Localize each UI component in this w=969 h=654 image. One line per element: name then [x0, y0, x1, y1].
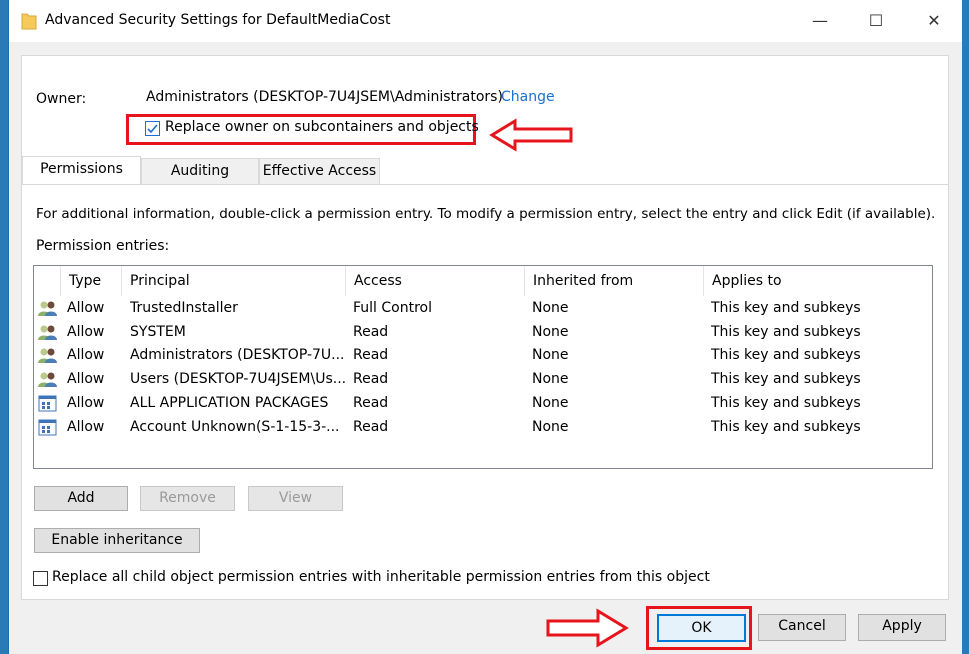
replace-child-permissions-label: Replace all child object permission entr…: [52, 569, 710, 585]
cell-access: Read: [353, 418, 389, 435]
column-header-icon: [34, 266, 61, 296]
cell-inherited: None: [532, 300, 569, 316]
permission-entries-list[interactable]: Type Principal Access Inherited from App…: [33, 265, 933, 469]
cell-principal: Users (DESKTOP-7U4JSEM\Us...: [130, 371, 347, 388]
permission-entry-row[interactable]: Allow Users (DESKTOP-7U4JSEM\Us... Read Non…: [34, 368, 932, 391]
annotation-arrow-left: [489, 118, 573, 152]
cell-inherited: None: [532, 371, 569, 388]
info-text: For additional information, double-click…: [36, 206, 936, 222]
cell-inherited: None: [532, 418, 569, 435]
app-package-icon: [38, 419, 58, 444]
close-button[interactable]: ✕: [919, 8, 949, 34]
enable-inheritance-button[interactable]: Enable inheritance: [34, 528, 200, 553]
column-header-applies-to[interactable]: Applies to: [704, 266, 932, 296]
cell-applies: This key and subkeys: [711, 418, 861, 435]
cell-principal: TrustedInstaller: [130, 300, 238, 316]
permission-entry-row[interactable]: Allow Account Unknown(S-1-15-3-... Read Non…: [34, 416, 932, 439]
annotation-arrow-right: [546, 608, 629, 648]
permission-entries-label: Permission entries:: [36, 238, 170, 254]
tab-permissions[interactable]: Permissions: [22, 156, 141, 185]
owner-label: Owner:: [36, 91, 87, 107]
cell-access: Read: [353, 347, 389, 364]
minimize-button[interactable]: —: [805, 8, 835, 34]
cell-applies: This key and subkeys: [711, 300, 861, 316]
replace-owner-label: Replace owner on subcontainers and objec…: [165, 119, 479, 135]
permission-entry-row[interactable]: Allow TrustedInstaller Full Control None Thi…: [34, 297, 932, 320]
column-header-principal[interactable]: Principal: [122, 266, 346, 296]
cell-principal: Administrators (DESKTOP-7U...: [130, 347, 345, 364]
apply-button[interactable]: Apply: [858, 614, 946, 641]
cell-type: Allow: [67, 394, 105, 411]
title-bar: Advanced Security Settings for DefaultMe…: [9, 0, 962, 42]
cell-principal: Account Unknown(S-1-15-3-...: [130, 418, 340, 435]
cell-applies: This key and subkeys: [711, 371, 861, 388]
cell-inherited: None: [532, 323, 569, 340]
column-header-inherited-from[interactable]: Inherited from: [525, 266, 704, 296]
cell-access: Read: [353, 371, 389, 388]
cell-access: Full Control: [353, 300, 432, 316]
cell-applies: This key and subkeys: [711, 323, 861, 340]
cell-inherited: None: [532, 394, 569, 411]
change-owner-link[interactable]: Change: [501, 89, 555, 105]
cell-type: Allow: [67, 323, 105, 340]
tab-effective-access[interactable]: Effective Access: [259, 158, 380, 185]
owner-value: Administrators (DESKTOP-7U4JSEM\Administ…: [146, 89, 503, 105]
cell-type: Allow: [67, 300, 105, 316]
cell-inherited: None: [532, 347, 569, 364]
cell-type: Allow: [67, 418, 105, 435]
column-header-access[interactable]: Access: [346, 266, 525, 296]
column-header-type[interactable]: Type: [61, 266, 122, 296]
cell-principal: SYSTEM: [130, 323, 186, 340]
replace-owner-checkbox[interactable]: [145, 121, 160, 136]
cell-type: Allow: [67, 371, 105, 388]
cell-principal: ALL APPLICATION PACKAGES: [130, 394, 329, 411]
cell-access: Read: [353, 323, 389, 340]
window-title: Advanced Security Settings for DefaultMe…: [45, 12, 391, 28]
permission-entry-row[interactable]: Allow Administrators (DESKTOP-7U... Read No…: [34, 344, 932, 367]
cell-type: Allow: [67, 347, 105, 364]
permission-entry-row[interactable]: Allow SYSTEM Read None This key and subkeys: [34, 321, 932, 344]
ok-button[interactable]: OK: [657, 614, 746, 642]
add-button[interactable]: Add: [34, 486, 128, 511]
cell-access: Read: [353, 394, 389, 411]
cell-applies: This key and subkeys: [711, 347, 861, 364]
cell-applies: This key and subkeys: [711, 394, 861, 411]
replace-child-permissions-checkbox[interactable]: [33, 571, 48, 586]
checkmark-icon: [147, 124, 158, 134]
view-button[interactable]: View: [248, 486, 343, 511]
remove-button[interactable]: Remove: [140, 486, 235, 511]
cancel-button[interactable]: Cancel: [758, 614, 846, 641]
folder-icon: [21, 13, 37, 30]
permission-entry-row[interactable]: Allow ALL APPLICATION PACKAGES Read None Thi…: [34, 392, 932, 415]
tab-auditing[interactable]: Auditing: [141, 158, 259, 185]
maximize-button[interactable]: ☐: [861, 8, 891, 34]
